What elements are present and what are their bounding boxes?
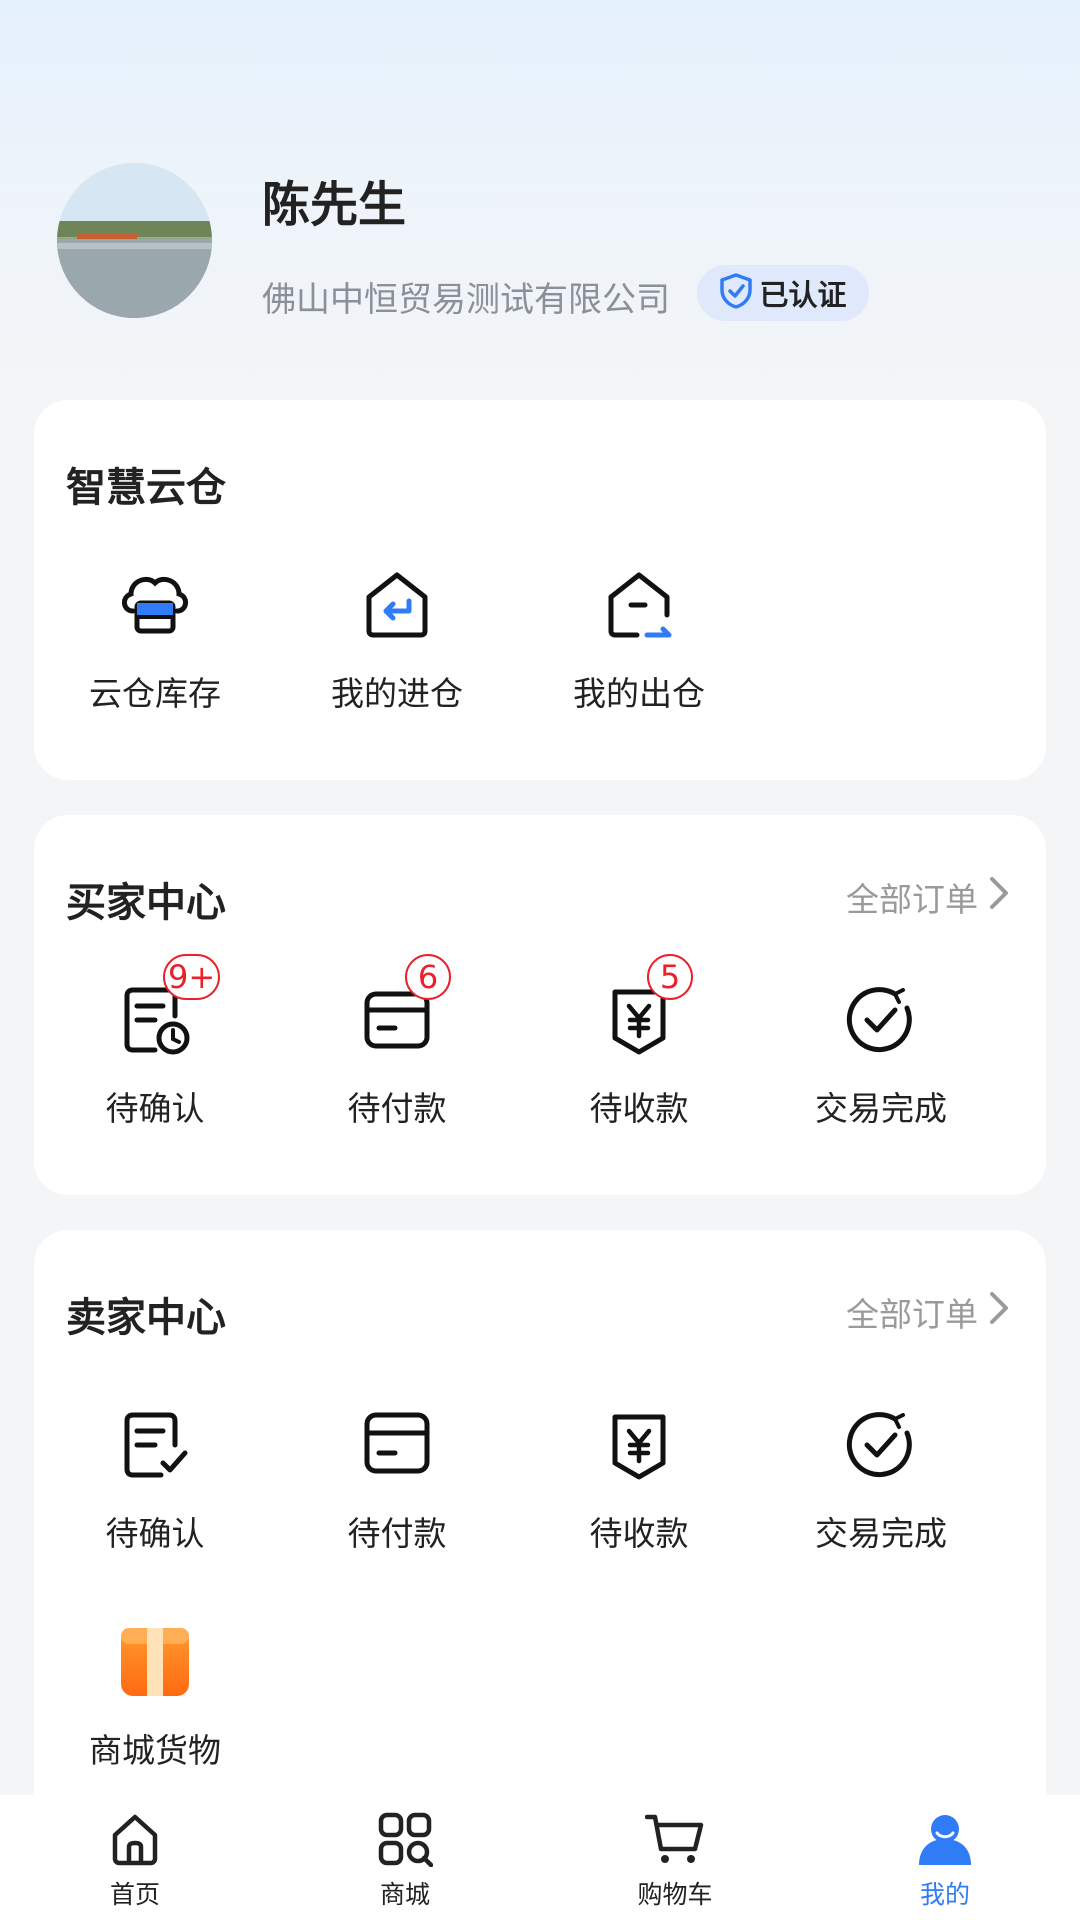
pending-confirm-label: 待确认	[105, 1089, 205, 1128]
bottom-tab-bar: 首页 商城 购物车 我的	[0, 1795, 1080, 1920]
cloud-storage-entry[interactable]: 云仓库存	[34, 565, 276, 715]
tab-me-label: 我的	[919, 1880, 970, 1909]
my-outbound-label: 我的出仓	[573, 674, 705, 713]
outbound-icon	[599, 565, 679, 645]
all-orders-label: 全部订单	[846, 880, 978, 919]
pending-payment-icon	[357, 1405, 437, 1485]
seller-pending-confirm-entry[interactable]: 待确认	[34, 1405, 276, 1555]
seller-center-card: 卖家中心 全部订单 待确认 待付款 待收款 交易完成 商城货物	[34, 1230, 1046, 1830]
chevron-right-icon	[988, 875, 1010, 919]
trade-complete-label: 交易完成	[815, 1514, 947, 1553]
pending-confirm-label: 待确认	[105, 1514, 205, 1553]
user-name: 陈先生	[262, 177, 407, 233]
chevron-right-icon	[988, 1290, 1010, 1334]
company-name: 佛山中恒贸易测试有限公司	[262, 280, 670, 320]
avatar[interactable]	[57, 163, 212, 318]
trade-complete-icon	[841, 1405, 921, 1485]
verified-label: 已认证	[759, 278, 847, 312]
buyer-trade-complete-entry[interactable]: 交易完成	[760, 980, 1002, 1130]
my-outbound-entry[interactable]: 我的出仓	[518, 565, 760, 715]
pending-confirm-icon	[115, 1405, 195, 1485]
inbound-icon	[357, 565, 437, 645]
all-orders-label: 全部订单	[846, 1295, 978, 1334]
shield-check-icon	[719, 273, 753, 313]
tab-cart-label: 购物车	[637, 1880, 713, 1909]
profile-header: 陈先生 佛山中恒贸易测试有限公司 已认证	[0, 0, 1080, 390]
seller-pending-receipt-entry[interactable]: 待收款	[518, 1405, 760, 1555]
my-inbound-entry[interactable]: 我的进仓	[276, 565, 518, 715]
tab-cart[interactable]: 购物车	[540, 1795, 810, 1920]
seller-trade-complete-entry[interactable]: 交易完成	[760, 1405, 1002, 1555]
my-inbound-label: 我的进仓	[331, 674, 463, 713]
pending-confirm-count-badge: 9+	[163, 954, 221, 1000]
mall-goods-icon	[115, 1622, 195, 1702]
seller-center-title: 卖家中心	[66, 1295, 226, 1341]
pending-payment-label: 待付款	[347, 1089, 447, 1128]
seller-pending-payment-entry[interactable]: 待付款	[276, 1405, 518, 1555]
cloud-storage-icon	[115, 565, 195, 645]
pending-receipt-icon: 5	[599, 954, 693, 1060]
buyer-center-title: 买家中心	[66, 880, 226, 926]
buyer-pending-payment-entry[interactable]: 6 待付款	[276, 954, 518, 1130]
cart-icon	[644, 1811, 705, 1871]
cloud-warehouse-card: 智慧云仓 云仓库存 我的进仓 我的出仓	[34, 400, 1046, 780]
buyer-all-orders-link[interactable]: 全部订单	[846, 873, 1010, 921]
verified-badge: 已认证	[697, 265, 869, 321]
trade-complete-label: 交易完成	[815, 1089, 947, 1128]
pending-payment-label: 待付款	[347, 1514, 447, 1553]
tab-mall-label: 商城	[379, 1880, 430, 1909]
mall-grid-icon	[377, 1811, 434, 1871]
pending-receipt-label: 待收款	[589, 1089, 689, 1128]
buyer-pending-confirm-entry[interactable]: 9+ 待确认	[34, 954, 276, 1130]
pending-payment-count-badge: 6	[405, 954, 451, 1000]
pending-receipt-label: 待收款	[589, 1514, 689, 1553]
cloud-warehouse-title: 智慧云仓	[66, 465, 226, 511]
user-icon	[917, 1811, 973, 1871]
mall-goods-entry[interactable]: 商城货物	[34, 1622, 276, 1772]
pending-payment-icon: 6	[357, 954, 451, 1060]
trade-complete-icon	[841, 980, 921, 1060]
tab-me[interactable]: 我的	[810, 1795, 1080, 1920]
buyer-pending-receipt-entry[interactable]: 5 待收款	[518, 954, 760, 1130]
seller-all-orders-link[interactable]: 全部订单	[846, 1288, 1010, 1336]
home-icon	[107, 1811, 163, 1871]
pending-receipt-count-badge: 5	[647, 954, 693, 1000]
tab-mall[interactable]: 商城	[270, 1795, 540, 1920]
buyer-center-card: 买家中心 全部订单 9+ 待确认 6 待付款 5 待收款 交易完成	[34, 815, 1046, 1195]
tab-home[interactable]: 首页	[0, 1795, 270, 1920]
mall-goods-label: 商城货物	[89, 1731, 221, 1770]
cloud-storage-label: 云仓库存	[89, 674, 221, 713]
tab-home-label: 首页	[109, 1880, 160, 1909]
pending-receipt-icon	[599, 1405, 679, 1485]
pending-confirm-icon: 9+	[115, 954, 221, 1060]
